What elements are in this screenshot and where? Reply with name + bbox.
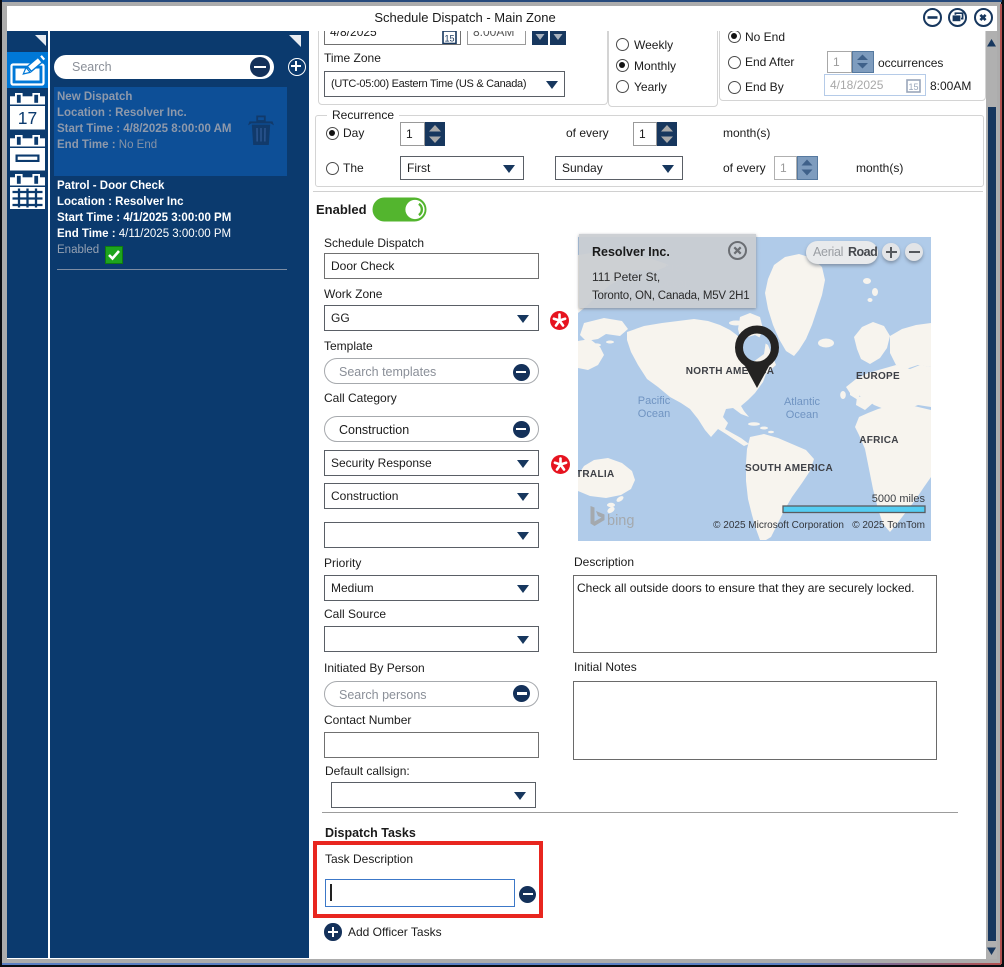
svg-text:AFRICA: AFRICA <box>859 435 899 446</box>
svg-text:Pacific: Pacific <box>638 395 671 407</box>
svg-text:5000 miles: 5000 miles <box>872 493 926 505</box>
svg-text:SOUTH AMERICA: SOUTH AMERICA <box>745 463 833 474</box>
svg-text:© 2025 Microsoft Corporation: © 2025 Microsoft Corporation © 2025 TomT… <box>713 520 925 531</box>
svg-text:Ocean: Ocean <box>786 409 818 421</box>
svg-text:Ocean: Ocean <box>638 408 670 420</box>
svg-text:bing: bing <box>607 513 634 529</box>
svg-text:TRALIA: TRALIA <box>578 469 614 480</box>
svg-text:EUROPE: EUROPE <box>856 371 900 382</box>
svg-text:15: 15 <box>908 82 918 92</box>
svg-text:17: 17 <box>18 108 37 128</box>
svg-text:15: 15 <box>444 34 454 44</box>
svg-text:Atlantic: Atlantic <box>784 396 821 408</box>
